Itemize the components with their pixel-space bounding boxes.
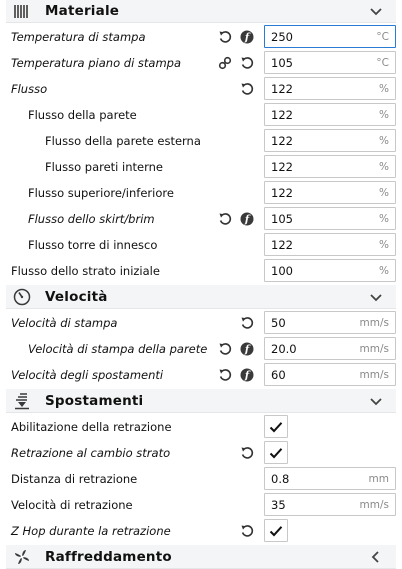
info-icon[interactable]: f [240, 212, 254, 226]
section-spostamenti[interactable]: Spostamenti [6, 389, 396, 413]
setting-row-retraction-distance: Distanza di retrazione 0.8 mm [0, 466, 402, 492]
section-title: Spostamenti [45, 392, 144, 409]
bed-temp-input[interactable]: 105 °C [264, 51, 396, 74]
reset-icon[interactable] [240, 82, 254, 96]
setting-label: Flusso della parete esterna [45, 134, 201, 148]
retract-layer-change-checkbox[interactable] [264, 441, 288, 464]
setting-row-inner-wall-flow: Flusso pareti interne 122 % [0, 154, 402, 180]
setting-row-wall-flow: Flusso della parete 122 % [0, 102, 402, 128]
print-temp-input[interactable]: 250 °C [264, 25, 396, 48]
spool-icon [12, 2, 32, 20]
retraction-enable-checkbox[interactable] [264, 415, 288, 438]
setting-label: Flusso pareti interne [45, 160, 163, 174]
info-icon[interactable]: f [240, 342, 254, 356]
section-materiale[interactable]: Materiale [6, 0, 396, 23]
setting-row-skirt-flow: Flusso dello skirt/brim f 105 % [0, 206, 402, 232]
gauge-icon [12, 288, 32, 306]
setting-row-bed-temp: Temperatura piano di stampa 105 °C [0, 50, 402, 76]
setting-label: Velocità di stampa della parete [28, 342, 208, 356]
checkmark-icon [269, 421, 283, 432]
setting-label: Velocità degli spostamenti [11, 368, 164, 382]
setting-label: Z Hop durante la retrazione [11, 524, 171, 538]
reset-icon[interactable] [218, 30, 232, 44]
chevron-down-icon[interactable] [368, 3, 384, 19]
setting-row-print-temp: Temperatura di stampa f 250 °C [0, 24, 402, 50]
info-icon[interactable]: f [240, 30, 254, 44]
chevron-left-icon[interactable] [368, 549, 384, 565]
setting-row-travel-speed: Velocità degli spostamenti f 60 mm/s [0, 362, 402, 388]
section-title: Materiale [45, 2, 120, 19]
setting-label: Temperatura di stampa [11, 30, 146, 44]
setting-row-retract-layer-change: Retrazione al cambio strato [0, 440, 402, 466]
outer-wall-flow-input[interactable]: 122 % [264, 129, 396, 152]
initial-layer-flow-input[interactable]: 100 % [264, 259, 396, 282]
setting-row-initial-layer-flow: Flusso dello strato iniziale 100 % [0, 258, 402, 284]
travel-speed-input[interactable]: 60 mm/s [264, 363, 396, 386]
section-title: Velocità [45, 288, 108, 305]
section-raffreddamento[interactable]: Raffreddamento [6, 545, 396, 569]
chevron-down-icon[interactable] [368, 289, 384, 305]
prime-tower-flow-input[interactable]: 122 % [264, 233, 396, 256]
section-velocita[interactable]: Velocità [6, 285, 396, 309]
inner-wall-flow-input[interactable]: 122 % [264, 155, 396, 178]
reset-icon[interactable] [240, 446, 254, 460]
z-hop-checkbox[interactable] [264, 519, 288, 542]
link-icon[interactable] [218, 56, 232, 70]
fan-icon [12, 548, 32, 566]
setting-label: Flusso dello skirt/brim [28, 212, 155, 226]
setting-row-flow: Flusso 122 % [0, 76, 402, 102]
setting-row-z-hop: Z Hop durante la retrazione [0, 518, 402, 544]
reset-icon[interactable] [218, 342, 232, 356]
setting-label: Velocità di stampa [11, 316, 118, 330]
setting-label: Temperatura piano di stampa [11, 56, 182, 70]
retraction-speed-input[interactable]: 35 mm/s [264, 493, 396, 516]
setting-row-retraction-enable: Abilitazione della retrazione [0, 414, 402, 440]
info-icon[interactable]: f [240, 368, 254, 382]
wall-flow-input[interactable]: 122 % [264, 103, 396, 126]
skirt-flow-input[interactable]: 105 % [264, 207, 396, 230]
chevron-down-icon[interactable] [368, 393, 384, 409]
print-settings-panel: Materiale Temperatura di stampa f 250 °C… [0, 0, 402, 569]
setting-label: Flusso [11, 82, 48, 96]
setting-row-topbottom-flow: Flusso superiore/inferiore 122 % [0, 180, 402, 206]
setting-row-print-speed: Velocità di stampa 50 mm/s [0, 310, 402, 336]
print-speed-input[interactable]: 50 mm/s [264, 311, 396, 334]
checkmark-icon [269, 525, 283, 536]
setting-row-outer-wall-flow: Flusso della parete esterna 122 % [0, 128, 402, 154]
reset-icon[interactable] [240, 524, 254, 538]
topbottom-flow-input[interactable]: 122 % [264, 181, 396, 204]
retraction-distance-input[interactable]: 0.8 mm [264, 467, 396, 490]
setting-row-wall-speed: Velocità di stampa della parete f 20.0 m… [0, 336, 402, 362]
setting-row-retraction-speed: Velocità di retrazione 35 mm/s [0, 492, 402, 518]
travel-icon [12, 392, 32, 410]
setting-label: Distanza di retrazione [11, 472, 138, 486]
wall-speed-input[interactable]: 20.0 mm/s [264, 337, 396, 360]
reset-icon[interactable] [218, 368, 232, 382]
setting-label: Retrazione al cambio strato [11, 446, 171, 460]
setting-label: Velocità di retrazione [11, 498, 133, 512]
reset-icon[interactable] [240, 56, 254, 70]
reset-icon[interactable] [240, 316, 254, 330]
reset-icon[interactable] [218, 212, 232, 226]
setting-label: Flusso superiore/inferiore [28, 186, 174, 200]
setting-label: Flusso dello strato iniziale [11, 264, 160, 278]
setting-label: Flusso della parete [28, 108, 137, 122]
checkmark-icon [269, 447, 283, 458]
section-title: Raffreddamento [45, 548, 172, 565]
setting-label: Flusso torre di innesco [28, 238, 158, 252]
flow-input[interactable]: 122 % [264, 77, 396, 100]
setting-row-prime-tower-flow: Flusso torre di innesco 122 % [0, 232, 402, 258]
setting-label: Abilitazione della retrazione [11, 420, 172, 434]
